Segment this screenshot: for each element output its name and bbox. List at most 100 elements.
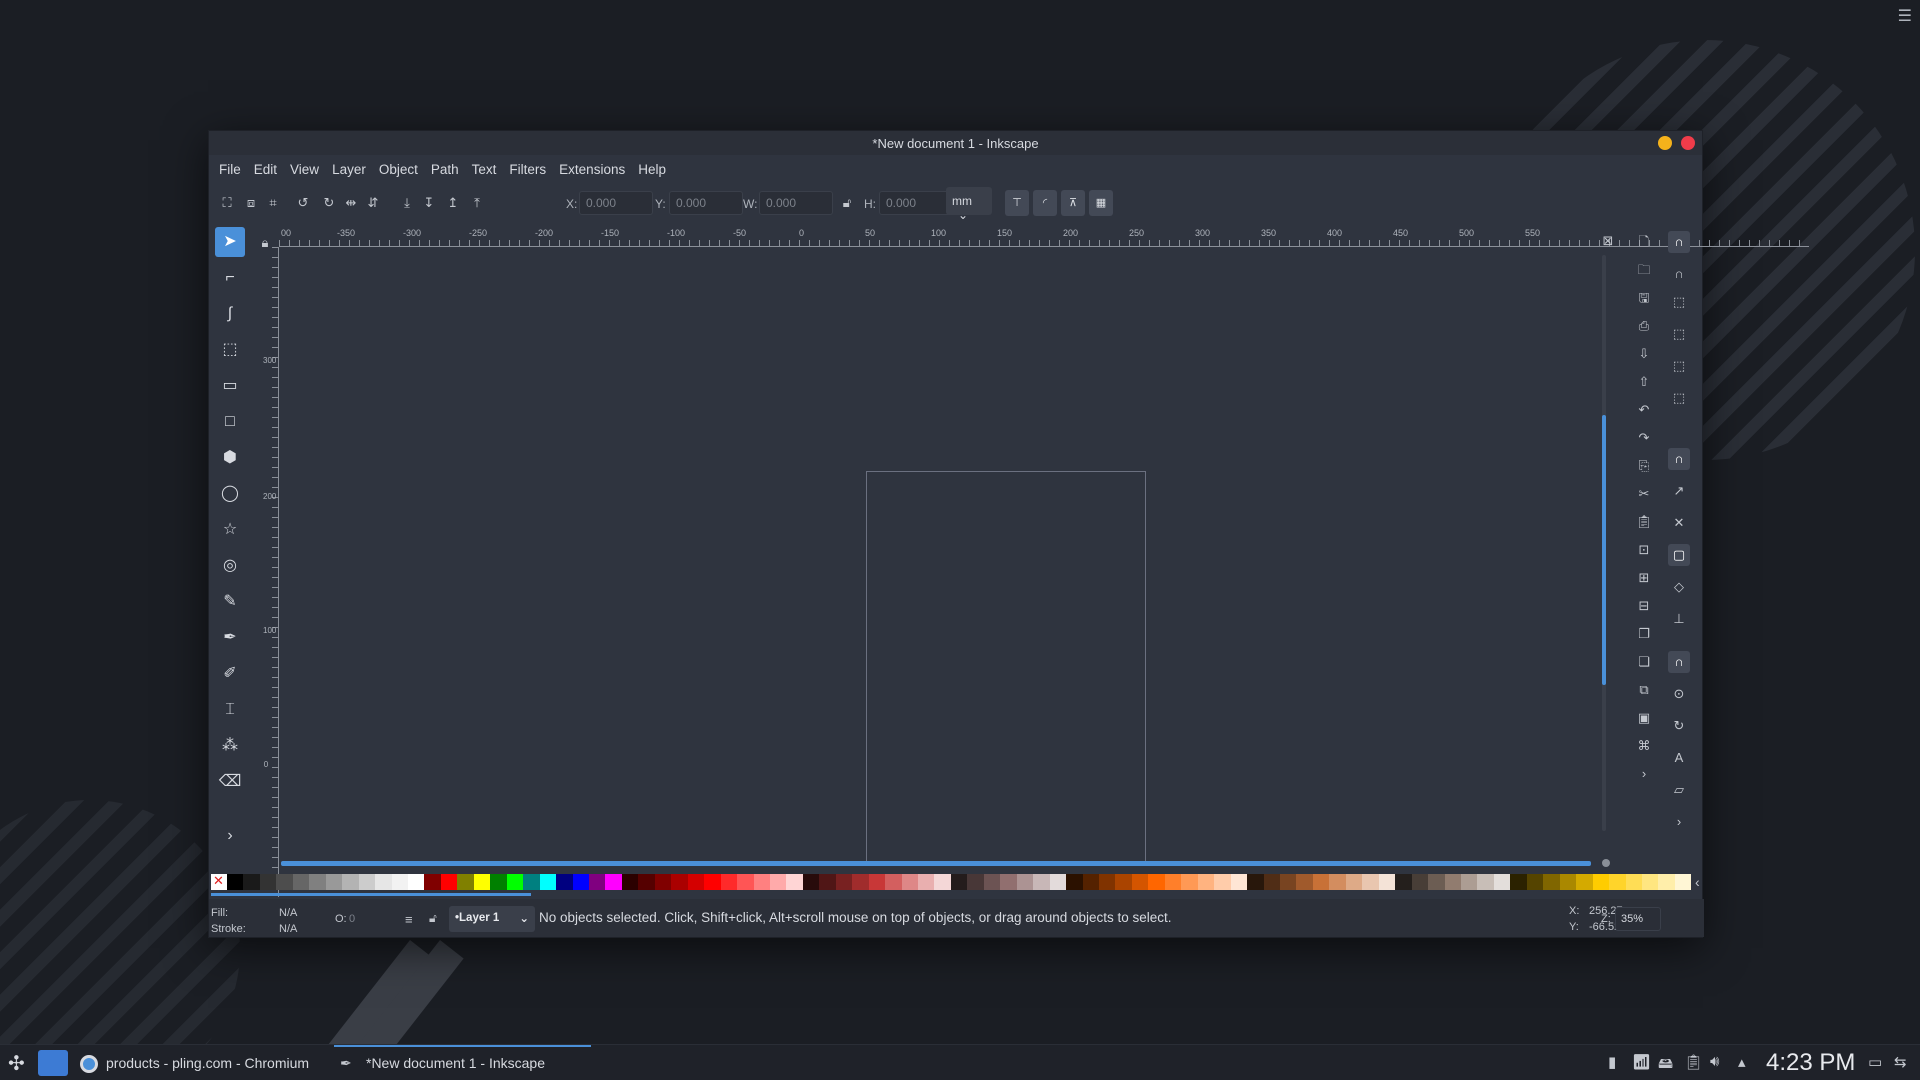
palette-swatch[interactable]	[358, 874, 376, 890]
palette-swatch[interactable]	[654, 874, 672, 890]
palette-swatch[interactable]	[918, 874, 935, 890]
stroke-value[interactable]: N/A	[279, 923, 297, 935]
app-launcher-icon[interactable]: ✣	[8, 1051, 25, 1076]
snap-others-icon[interactable]: ∩	[1668, 651, 1690, 673]
select-all-icon[interactable]: ⛶	[219, 195, 235, 211]
close-button[interactable]	[1681, 136, 1695, 150]
paste-icon[interactable]: 📋︎	[1633, 511, 1655, 533]
layers-menu-icon[interactable]: ≡	[405, 912, 413, 927]
palette-swatch[interactable]	[901, 874, 919, 890]
snap-line-midpoint-icon[interactable]: ⊥	[1668, 608, 1690, 630]
palette-swatch[interactable]	[490, 874, 507, 890]
pencil-tool-icon[interactable]: ✎	[215, 587, 245, 617]
eraser-tool-icon[interactable]: ⌫	[215, 767, 245, 797]
palette-swatch[interactable]	[523, 874, 540, 890]
clone-icon[interactable]: ❏	[1633, 651, 1655, 673]
palette-swatch[interactable]	[720, 874, 738, 890]
h-input[interactable]: 0.000	[879, 191, 953, 215]
menu-extensions[interactable]: Extensions	[559, 162, 625, 177]
print-icon[interactable]: ⎙	[1633, 315, 1655, 337]
palette-swatch[interactable]	[1296, 874, 1313, 890]
palette-swatch[interactable]	[309, 874, 326, 890]
palette-swatch[interactable]	[1543, 874, 1560, 890]
palette-swatch[interactable]	[605, 874, 622, 890]
minimize-button[interactable]	[1658, 136, 1672, 150]
snap-object-center-icon[interactable]: ⊙	[1668, 683, 1690, 705]
text-tool-icon[interactable]: ⌶	[215, 695, 245, 725]
palette-swatch[interactable]	[342, 874, 359, 890]
zoom-fit-corner-icon[interactable]: ⊠	[1601, 233, 1615, 249]
palette-swatch[interactable]	[1460, 874, 1478, 890]
palette-swatch[interactable]	[737, 874, 754, 890]
fill-value[interactable]: N/A	[279, 907, 297, 919]
palette-swatch[interactable]	[1214, 874, 1231, 890]
palette-swatch[interactable]	[391, 874, 408, 890]
snap-path-icon[interactable]: ↗	[1668, 480, 1690, 502]
palette-swatch[interactable]	[1493, 874, 1511, 890]
palette-swatch[interactable]	[1263, 874, 1280, 890]
menu-text[interactable]: Text	[472, 162, 497, 177]
more-commands-chevron-icon[interactable]: ›	[1633, 763, 1655, 785]
scale-radii-toggle[interactable]: ◜	[1033, 190, 1057, 216]
palette-swatch[interactable]	[457, 874, 474, 890]
save-icon[interactable]: 🖫	[1633, 287, 1655, 309]
palette-swatch[interactable]	[407, 874, 425, 890]
undo-icon[interactable]: ↶	[1633, 399, 1655, 421]
palette-swatch[interactable]	[1016, 874, 1034, 890]
palette-swatch[interactable]	[1477, 874, 1494, 890]
new-document-icon[interactable]: 🗋	[1633, 231, 1655, 253]
lock-ratio-icon[interactable]: 🔓︎	[839, 195, 855, 211]
palette-swatch[interactable]	[1280, 874, 1297, 890]
clock[interactable]: 4:23 PM	[1766, 1049, 1855, 1077]
3d-box-tool-icon[interactable]: ⬢	[215, 443, 245, 473]
palette-swatch[interactable]	[259, 874, 277, 890]
palette-swatch[interactable]	[1197, 874, 1215, 890]
export-icon[interactable]: ⇧	[1633, 371, 1655, 393]
palette-swatch[interactable]	[1559, 874, 1577, 890]
palette-swatch[interactable]	[1099, 874, 1116, 890]
duplicate-icon[interactable]: ❐	[1633, 623, 1655, 645]
x-input[interactable]: 0.000	[579, 191, 653, 215]
menu-path[interactable]: Path	[431, 162, 459, 177]
menu-view[interactable]: View	[290, 162, 319, 177]
lower-to-bottom-icon[interactable]: ⤓	[399, 195, 415, 211]
palette-swatch[interactable]	[556, 874, 573, 890]
move-gradients-toggle[interactable]: ⊼	[1061, 190, 1085, 216]
palette-swatch[interactable]	[1345, 874, 1363, 890]
palette-swatch[interactable]	[1674, 874, 1692, 890]
palette-swatch[interactable]	[1049, 874, 1067, 890]
file-manager-icon[interactable]	[38, 1050, 68, 1076]
zoom-selection-icon[interactable]: ⊡	[1633, 539, 1655, 561]
palette-swatch[interactable]	[1082, 874, 1100, 890]
unlink-clone-icon[interactable]: ⧉	[1633, 679, 1655, 701]
palette-swatch[interactable]	[506, 874, 524, 890]
palette-swatch[interactable]	[967, 874, 984, 890]
spiral-tool-icon[interactable]: ◎	[215, 551, 245, 581]
unit-select[interactable]: mm ⌄	[946, 187, 992, 222]
palette-swatch[interactable]	[1526, 874, 1544, 890]
rotate-ccw-icon[interactable]: ↺	[295, 195, 311, 211]
palette-swatch[interactable]	[1131, 874, 1149, 890]
pen-tool-icon[interactable]: ✒	[215, 623, 245, 653]
palette-swatch[interactable]	[473, 874, 491, 890]
palette-swatch[interactable]	[243, 874, 260, 890]
menu-help[interactable]: Help	[638, 162, 666, 177]
menu-layer[interactable]: Layer	[332, 162, 366, 177]
palette-swatch[interactable]	[1329, 874, 1346, 890]
node-tool-icon[interactable]: ⌐	[215, 263, 245, 293]
flip-vertical-icon[interactable]: ⇵	[365, 195, 381, 211]
group-icon[interactable]: ▣	[1633, 707, 1655, 729]
desktop-menu-icon[interactable]: ☰	[1898, 6, 1912, 26]
snap-bbox-midpoint-icon[interactable]: ⬚	[1668, 355, 1690, 377]
palette-swatch[interactable]	[227, 874, 244, 890]
palette-swatch[interactable]	[638, 874, 655, 890]
rectangle-tool-icon[interactable]: □	[215, 407, 245, 437]
vertical-scrollbar-thumb[interactable]	[1602, 415, 1606, 685]
palette-swatch[interactable]	[325, 874, 343, 890]
palette-swatch[interactable]	[1428, 874, 1445, 890]
snap-bbox-center-icon[interactable]: ⬚	[1668, 387, 1690, 409]
palette-swatch[interactable]	[292, 874, 310, 890]
palette-swatch[interactable]	[1164, 874, 1182, 890]
show-desktop-icon[interactable]: ▭	[1868, 1053, 1882, 1071]
vertical-scrollbar[interactable]	[1602, 255, 1606, 831]
